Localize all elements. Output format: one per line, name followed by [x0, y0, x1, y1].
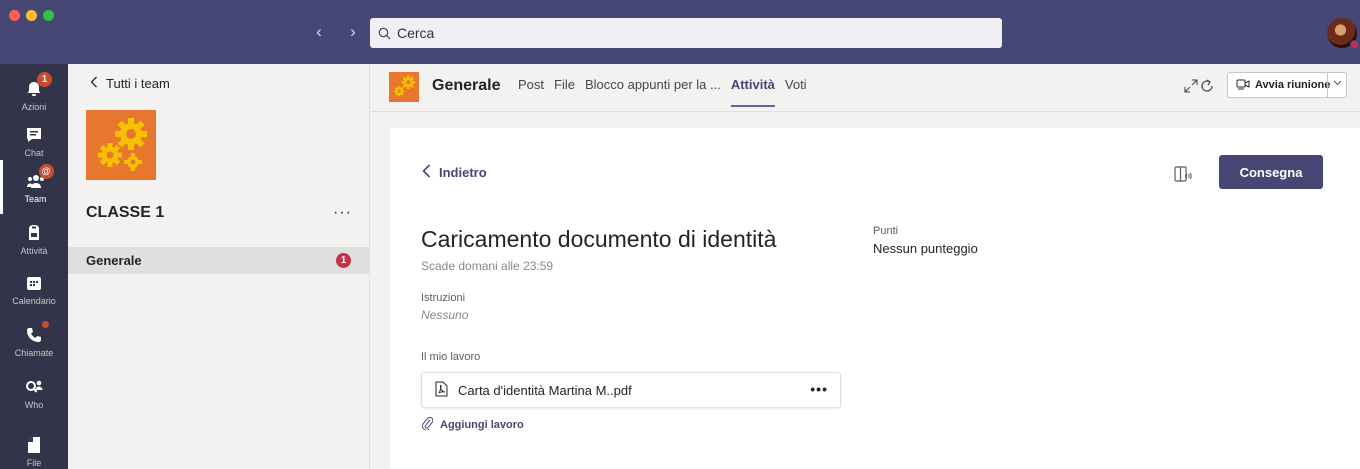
notification-badge: 1 — [37, 71, 52, 87]
tab-attivita[interactable]: Attività — [730, 77, 775, 107]
file-name: Carta d'identità Martina M..pdf — [458, 382, 632, 398]
search-icon — [378, 27, 391, 39]
team-logo — [86, 110, 156, 180]
rail-item-file[interactable]: File — [0, 424, 68, 469]
mention-badge: @ — [38, 163, 54, 179]
channel-title: Generale — [432, 77, 501, 94]
phone-icon — [24, 320, 49, 345]
channel-header: Generale Post File Blocco appunti per la… — [371, 64, 1360, 112]
chat-icon — [24, 125, 44, 145]
add-work-button[interactable]: Aggiungi lavoro — [421, 416, 524, 433]
assignment-card: Indietro Consegna Caricamento documento … — [390, 128, 1360, 469]
minimize-window-button[interactable] — [26, 10, 37, 21]
points-value: Nessun punteggio — [873, 241, 978, 256]
rail-item-label: File — [26, 457, 42, 468]
add-work-label: Aggiungi lavoro — [440, 418, 524, 431]
submit-button[interactable]: Consegna — [1219, 155, 1323, 189]
team-name: CLASSE 1 — [86, 204, 165, 221]
back-label: Indietro — [439, 165, 487, 180]
rail-item-label: Azioni — [21, 101, 47, 112]
tab-file[interactable]: File — [554, 77, 575, 107]
instructions-value: Nessuno — [421, 308, 469, 322]
forward-arrow-icon[interactable]: › — [346, 22, 360, 42]
gears-icon — [394, 75, 416, 97]
title-bar: ‹ › Cerca — [0, 0, 1360, 64]
all-teams-link[interactable]: Tutti i team — [90, 76, 170, 91]
instructions-label: Istruzioni — [421, 292, 466, 304]
due-date: Scade domani alle 23:59 — [421, 259, 554, 273]
attached-file[interactable]: Carta d'identità Martina M..pdf ••• — [421, 372, 841, 408]
tab-voti[interactable]: Voti — [785, 77, 807, 107]
rail-item-who[interactable]: Who — [0, 366, 68, 420]
rail-item-attivita[interactable]: Attività — [0, 212, 68, 266]
start-meeting-label: Avvia riunione — [1255, 79, 1331, 91]
search-input[interactable]: Cerca — [370, 18, 1002, 48]
my-work-label: Il mio lavoro — [421, 351, 481, 363]
rail-item-team[interactable]: @ Team — [0, 160, 68, 214]
start-meeting-button[interactable]: Avvia riunione — [1227, 72, 1347, 98]
backpack-icon — [24, 223, 44, 243]
assignment-title: Caricamento documento di identità — [421, 226, 777, 252]
channel-name: Generale — [86, 253, 142, 268]
immersive-reader-icon[interactable] — [1173, 165, 1193, 185]
channel-team-logo — [389, 72, 419, 102]
gears-icon — [98, 118, 147, 171]
search-placeholder: Cerca — [397, 25, 435, 41]
channel-tabs: Post File Blocco appunti per la ... Atti… — [518, 77, 817, 107]
who-icon — [24, 377, 44, 397]
chevron-left-icon — [90, 76, 98, 91]
refresh-icon[interactable] — [1199, 78, 1215, 94]
pdf-file-icon — [434, 381, 448, 400]
tab-blocco-appunti[interactable]: Blocco appunti per la ... — [585, 77, 721, 107]
maximize-window-button[interactable] — [43, 10, 54, 21]
rail-item-label: Chat — [24, 147, 44, 158]
chevron-down-icon[interactable] — [1333, 78, 1342, 89]
all-teams-label: Tutti i team — [106, 76, 170, 91]
missed-call-dot — [42, 320, 49, 328]
channel-item-generale[interactable]: Generale 1 — [68, 247, 370, 274]
rail-item-calendario[interactable]: Calendario — [0, 262, 68, 316]
chevron-left-icon — [422, 164, 431, 181]
back-arrow-icon[interactable]: ‹ — [312, 22, 326, 42]
video-camera-icon — [1236, 78, 1250, 93]
file-more-options-button[interactable]: ••• — [810, 381, 828, 397]
points-label: Punti — [873, 225, 899, 237]
rail-item-label: Chiamate — [14, 347, 54, 358]
channel-badge: 1 — [336, 253, 351, 268]
history-navigation: ‹ › — [312, 22, 360, 42]
bell-icon: 1 — [24, 71, 52, 99]
team-icon: @ — [26, 163, 54, 191]
rail-item-label: Calendario — [12, 295, 56, 306]
rail-item-label: Attività — [20, 245, 48, 256]
file-icon — [24, 435, 44, 455]
expand-icon[interactable] — [1183, 78, 1199, 94]
rail-item-chiamate[interactable]: Chiamate — [0, 314, 68, 368]
app-rail: 1 Azioni Chat @ Team Attività Calendario — [0, 64, 68, 469]
team-list-pane: Tutti i team CLASSE 1 ··· Generale 1 — [68, 64, 370, 469]
rail-item-label: Team — [24, 193, 47, 204]
close-window-button[interactable] — [9, 10, 20, 21]
presence-status-dot — [1350, 40, 1359, 49]
calendar-icon — [24, 273, 44, 293]
paperclip-icon — [421, 416, 434, 433]
tab-post[interactable]: Post — [518, 77, 544, 107]
button-divider — [1327, 73, 1328, 97]
back-button[interactable]: Indietro — [422, 164, 487, 181]
rail-item-label: Who — [24, 399, 44, 410]
team-more-options-button[interactable]: ··· — [333, 204, 352, 222]
